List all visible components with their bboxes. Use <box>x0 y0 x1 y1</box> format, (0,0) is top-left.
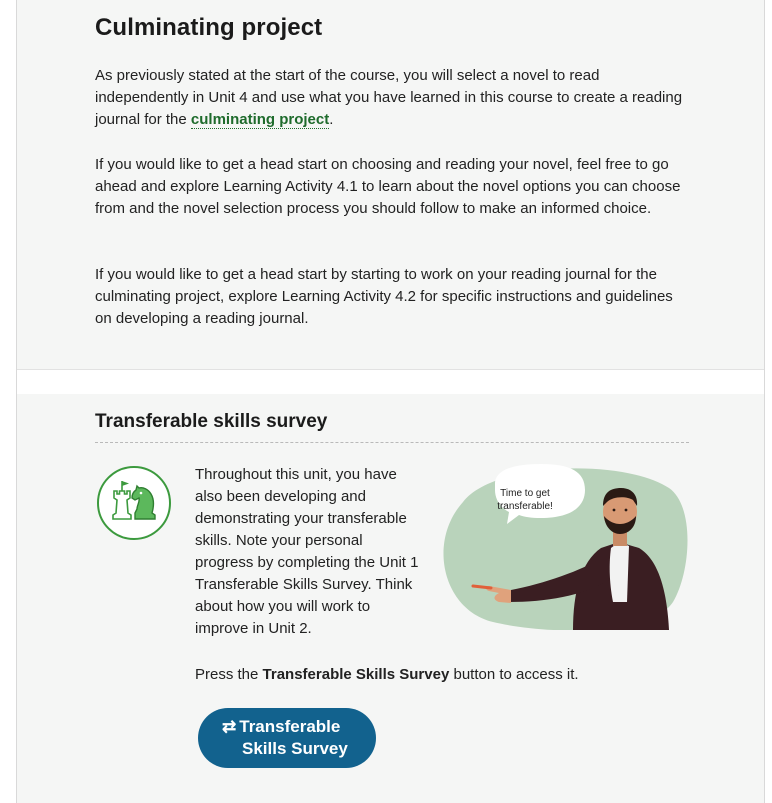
p1-text-before: As previously stated at the start of the… <box>95 67 683 128</box>
press-text-after: button to access it. <box>449 666 579 683</box>
bubble-line-1: Time to get <box>500 488 550 499</box>
button-line-2: Skills Survey <box>242 739 348 758</box>
culminating-paragraph-3: If you would like to get a head start by… <box>95 266 673 327</box>
section-gap <box>17 370 764 394</box>
dashed-divider <box>95 442 689 443</box>
culminating-paragraph-1: As previously stated at the start of the… <box>95 65 693 131</box>
press-text-bold: Transferable Skills Survey <box>262 666 450 683</box>
survey-description: Throughout this unit, you have also been… <box>195 466 419 637</box>
press-instruction: Press the Transferable Skills Survey but… <box>195 664 579 686</box>
bubble-line-2: transferable! <box>497 501 553 512</box>
culminating-paragraph-2: If you would like to get a head start on… <box>95 156 681 217</box>
content-frame: Culminating project As previously stated… <box>16 0 765 803</box>
button-line-1: Transferable <box>239 717 341 736</box>
p1-text-after: . <box>329 111 334 128</box>
press-text-before: Press the <box>195 666 263 683</box>
culminating-project-heading: Culminating project <box>95 14 323 41</box>
button-line-1-wrap: ⇄ Transferable <box>222 716 340 738</box>
chess-pieces-svg <box>112 481 156 520</box>
transferable-skills-survey-button[interactable]: ⇄ Transferable Skills Survey <box>198 708 376 768</box>
transferable-skills-heading: Transferable skills survey <box>95 411 328 432</box>
speech-bubble-text: Time to get transferable! <box>487 487 563 513</box>
exchange-arrows-icon: ⇄ <box>222 717 237 736</box>
chess-pieces-icon <box>97 466 171 540</box>
culminating-project-link[interactable]: culminating project <box>190 111 330 129</box>
